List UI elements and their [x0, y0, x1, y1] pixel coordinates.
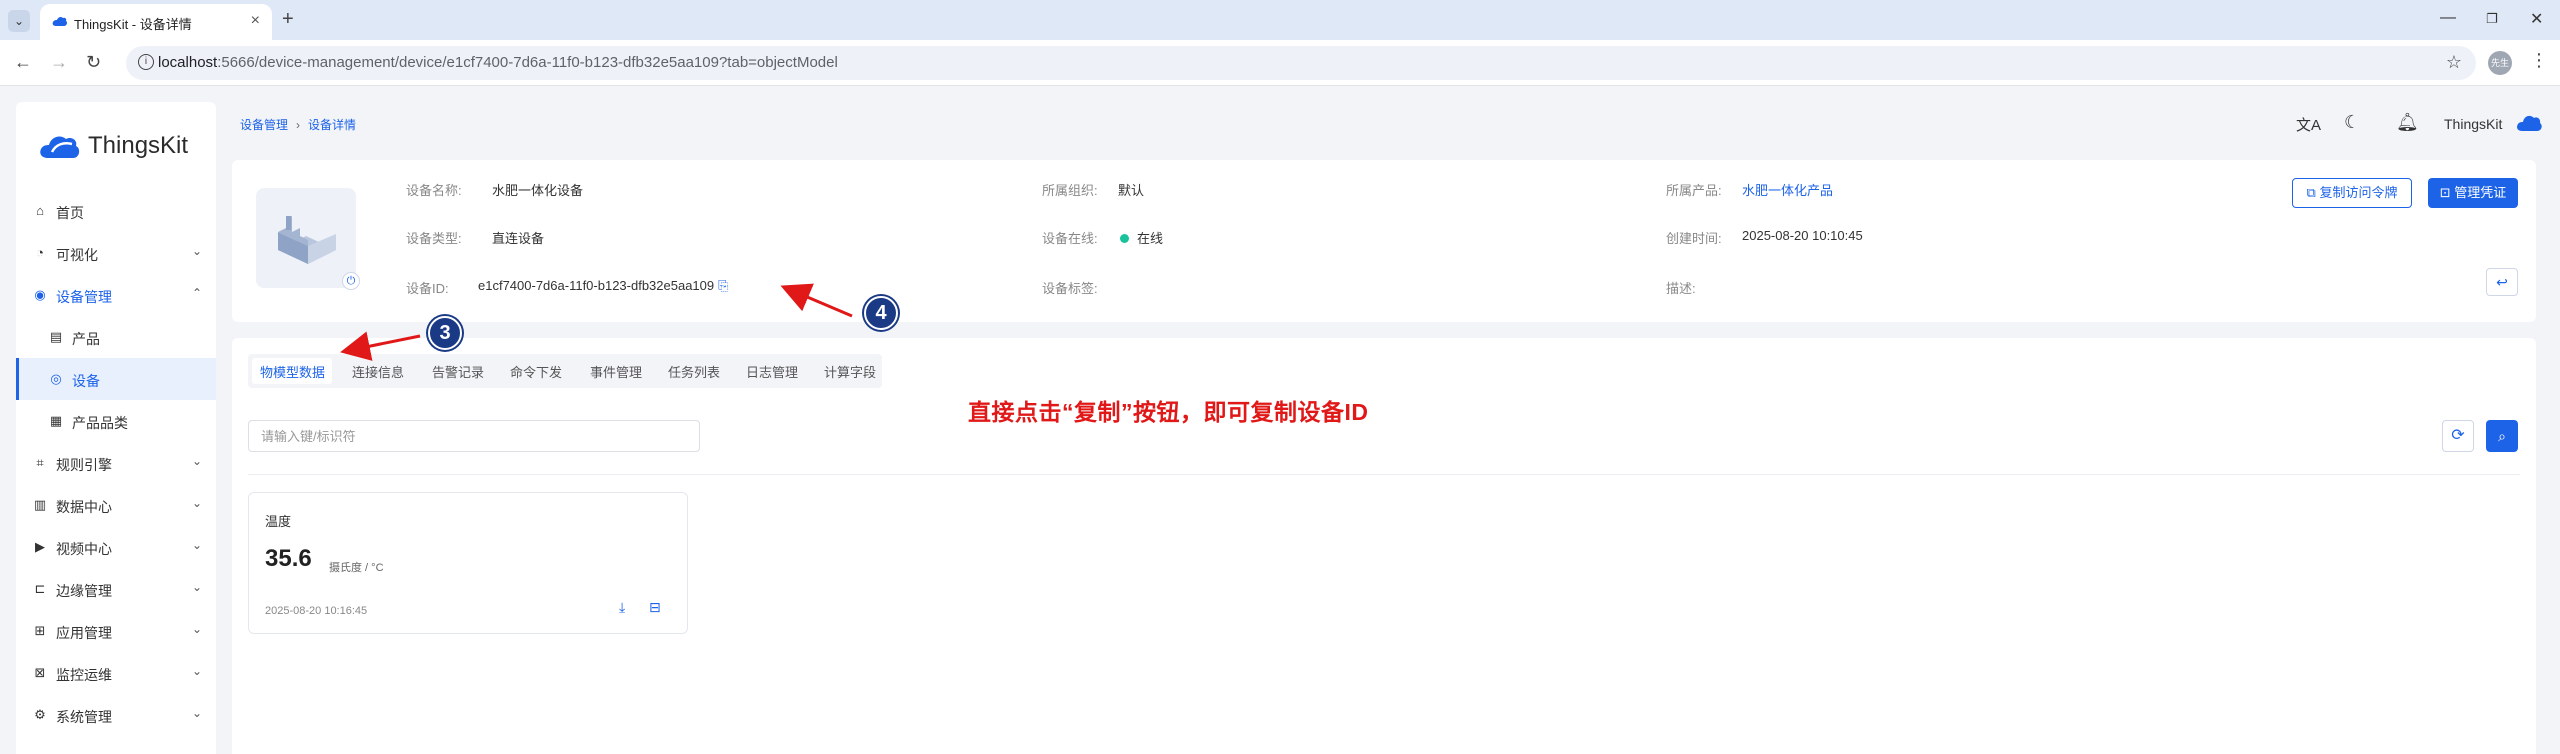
arrow-to-copy-icon	[780, 283, 853, 318]
annotation-text: 直接点击“复制”按钮，即可复制设备ID	[968, 399, 1369, 425]
annotation-arrows	[340, 283, 853, 361]
step-badge-3: 3	[428, 316, 462, 350]
arrow-to-object-model-tab	[340, 331, 421, 361]
step-badge-4: 4	[864, 296, 898, 330]
